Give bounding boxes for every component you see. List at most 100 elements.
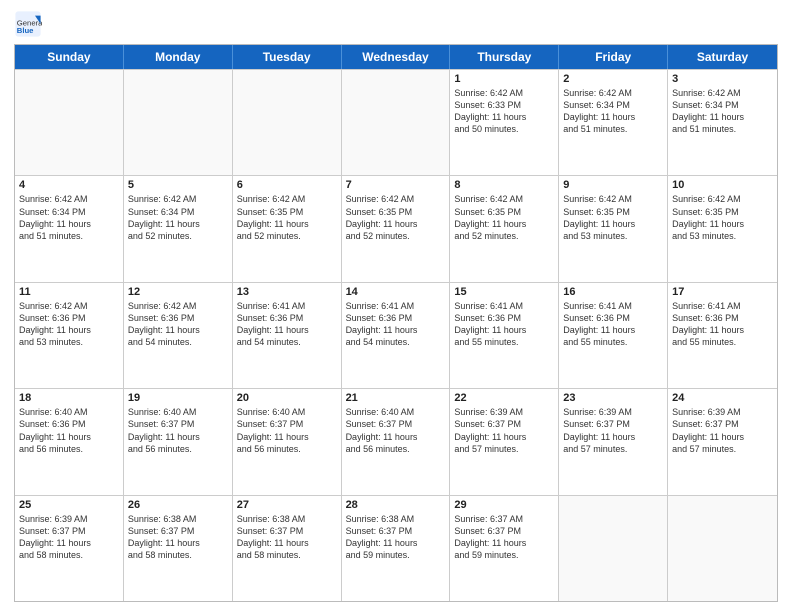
page-header: General Blue xyxy=(14,10,778,38)
calendar-row: 18 Sunrise: 6:40 AM Sunset: 6:36 PM Dayli… xyxy=(15,388,777,494)
calendar-cell xyxy=(124,70,233,175)
cell-info: Sunrise: 6:41 AM Sunset: 6:36 PM Dayligh… xyxy=(454,300,554,349)
cell-info: Sunrise: 6:39 AM Sunset: 6:37 PM Dayligh… xyxy=(19,513,119,562)
cell-info: Sunrise: 6:42 AM Sunset: 6:35 PM Dayligh… xyxy=(237,193,337,242)
day-number: 28 xyxy=(346,499,446,511)
calendar-cell: 20Sunrise: 6:40 AM Sunset: 6:37 PM Dayli… xyxy=(233,389,342,494)
calendar-cell: 2 Sunrise: 6:42 AM Sunset: 6:34 PM Daylig… xyxy=(559,70,668,175)
calendar-cell: 7Sunrise: 6:42 AM Sunset: 6:35 PM Daylig… xyxy=(342,176,451,281)
logo: General Blue xyxy=(14,10,46,38)
day-number: 29 xyxy=(454,499,554,511)
cell-info: Sunrise: 6:40 AM Sunset: 6:37 PM Dayligh… xyxy=(128,406,228,455)
svg-text:Blue: Blue xyxy=(17,26,34,35)
header-cell-saturday: Saturday xyxy=(668,45,777,69)
header-cell-thursday: Thursday xyxy=(450,45,559,69)
calendar-cell: 15 Sunrise: 6:41 AM Sunset: 6:36 PM Dayli… xyxy=(450,283,559,388)
day-number: 25 xyxy=(19,499,119,511)
calendar-cell: 9 Sunrise: 6:42 AM Sunset: 6:35 PM Daylig… xyxy=(559,176,668,281)
day-number: 2 xyxy=(563,73,663,85)
calendar-cell: 25 Sunrise: 6:39 AM Sunset: 6:37 PM Dayli… xyxy=(15,496,124,601)
calendar-cell: 18 Sunrise: 6:40 AM Sunset: 6:36 PM Dayli… xyxy=(15,389,124,494)
cell-info: Sunrise: 6:42 AM Sunset: 6:35 PM Dayligh… xyxy=(563,193,663,242)
cell-info: Sunrise: 6:42 AM Sunset: 6:35 PM Dayligh… xyxy=(346,193,446,242)
calendar-cell: 5 Sunrise: 6:42 AM Sunset: 6:34 PM Daylig… xyxy=(124,176,233,281)
cell-info: Sunrise: 6:40 AM Sunset: 6:37 PM Dayligh… xyxy=(237,406,337,455)
calendar-cell xyxy=(342,70,451,175)
calendar-row: 25 Sunrise: 6:39 AM Sunset: 6:37 PM Dayli… xyxy=(15,495,777,601)
header-cell-monday: Monday xyxy=(124,45,233,69)
calendar-cell: 16 Sunrise: 6:41 AM Sunset: 6:36 PM Dayli… xyxy=(559,283,668,388)
calendar-cell: 28 Sunrise: 6:38 AM Sunset: 6:37 PM Dayli… xyxy=(342,496,451,601)
cell-info: Sunrise: 6:42 AM Sunset: 6:34 PM Dayligh… xyxy=(19,193,119,242)
calendar-cell: 8 Sunrise: 6:42 AM Sunset: 6:35 PM Daylig… xyxy=(450,176,559,281)
cell-info: Sunrise: 6:41 AM Sunset: 6:36 PM Dayligh… xyxy=(237,300,337,349)
header-cell-sunday: Sunday xyxy=(15,45,124,69)
calendar-cell: 3 Sunrise: 6:42 AM Sunset: 6:34 PM Daylig… xyxy=(668,70,777,175)
cell-info: Sunrise: 6:40 AM Sunset: 6:36 PM Dayligh… xyxy=(19,406,119,455)
cell-info: Sunrise: 6:42 AM Sunset: 6:35 PM Dayligh… xyxy=(454,193,554,242)
day-number: 15 xyxy=(454,286,554,298)
day-number: 1 xyxy=(454,73,554,85)
header-cell-wednesday: Wednesday xyxy=(342,45,451,69)
calendar-cell xyxy=(15,70,124,175)
header-cell-friday: Friday xyxy=(559,45,668,69)
calendar-cell: 13 Sunrise: 6:41 AM Sunset: 6:36 PM Dayli… xyxy=(233,283,342,388)
calendar: SundayMondayTuesdayWednesdayThursdayFrid… xyxy=(14,44,778,602)
day-number: 19 xyxy=(128,392,228,404)
day-number: 26 xyxy=(128,499,228,511)
cell-info: Sunrise: 6:42 AM Sunset: 6:34 PM Dayligh… xyxy=(563,87,663,136)
calendar-cell: 27Sunrise: 6:38 AM Sunset: 6:37 PM Dayli… xyxy=(233,496,342,601)
day-number: 16 xyxy=(563,286,663,298)
calendar-cell: 10 Sunrise: 6:42 AM Sunset: 6:35 PM Dayli… xyxy=(668,176,777,281)
day-number: 8 xyxy=(454,179,554,191)
day-number: 21 xyxy=(346,392,446,404)
cell-info: Sunrise: 6:42 AM Sunset: 6:34 PM Dayligh… xyxy=(128,193,228,242)
day-number: 9 xyxy=(563,179,663,191)
cell-info: Sunrise: 6:41 AM Sunset: 6:36 PM Dayligh… xyxy=(563,300,663,349)
day-number: 24 xyxy=(672,392,773,404)
cell-info: Sunrise: 6:41 AM Sunset: 6:36 PM Dayligh… xyxy=(672,300,773,349)
cell-info: Sunrise: 6:42 AM Sunset: 6:33 PM Dayligh… xyxy=(454,87,554,136)
cell-info: Sunrise: 6:42 AM Sunset: 6:35 PM Dayligh… xyxy=(672,193,773,242)
calendar-cell xyxy=(233,70,342,175)
day-number: 11 xyxy=(19,286,119,298)
day-number: 18 xyxy=(19,392,119,404)
header-cell-tuesday: Tuesday xyxy=(233,45,342,69)
calendar-cell: 19 Sunrise: 6:40 AM Sunset: 6:37 PM Dayli… xyxy=(124,389,233,494)
day-number: 27 xyxy=(237,499,337,511)
day-number: 13 xyxy=(237,286,337,298)
calendar-cell xyxy=(559,496,668,601)
day-number: 3 xyxy=(672,73,773,85)
calendar-cell: 1 Sunrise: 6:42 AM Sunset: 6:33 PM Daylig… xyxy=(450,70,559,175)
cell-info: Sunrise: 6:38 AM Sunset: 6:37 PM Dayligh… xyxy=(128,513,228,562)
day-number: 17 xyxy=(672,286,773,298)
day-number: 6 xyxy=(237,179,337,191)
cell-info: Sunrise: 6:42 AM Sunset: 6:34 PM Dayligh… xyxy=(672,87,773,136)
calendar-cell: 22Sunrise: 6:39 AM Sunset: 6:37 PM Dayli… xyxy=(450,389,559,494)
calendar-cell: 4 Sunrise: 6:42 AM Sunset: 6:34 PM Daylig… xyxy=(15,176,124,281)
cell-info: Sunrise: 6:38 AM Sunset: 6:37 PM Dayligh… xyxy=(346,513,446,562)
cell-info: Sunrise: 6:41 AM Sunset: 6:36 PM Dayligh… xyxy=(346,300,446,349)
calendar-cell: 11 Sunrise: 6:42 AM Sunset: 6:36 PM Dayli… xyxy=(15,283,124,388)
day-number: 23 xyxy=(563,392,663,404)
calendar-header: SundayMondayTuesdayWednesdayThursdayFrid… xyxy=(15,45,777,69)
logo-icon: General Blue xyxy=(14,10,42,38)
cell-info: Sunrise: 6:39 AM Sunset: 6:37 PM Dayligh… xyxy=(454,406,554,455)
day-number: 4 xyxy=(19,179,119,191)
calendar-row: 11 Sunrise: 6:42 AM Sunset: 6:36 PM Dayli… xyxy=(15,282,777,388)
cell-info: Sunrise: 6:40 AM Sunset: 6:37 PM Dayligh… xyxy=(346,406,446,455)
calendar-cell: 26 Sunrise: 6:38 AM Sunset: 6:37 PM Dayli… xyxy=(124,496,233,601)
calendar-cell xyxy=(668,496,777,601)
cell-info: Sunrise: 6:42 AM Sunset: 6:36 PM Dayligh… xyxy=(19,300,119,349)
calendar-cell: 29 Sunrise: 6:37 AM Sunset: 6:37 PM Dayli… xyxy=(450,496,559,601)
cell-info: Sunrise: 6:39 AM Sunset: 6:37 PM Dayligh… xyxy=(672,406,773,455)
cell-info: Sunrise: 6:37 AM Sunset: 6:37 PM Dayligh… xyxy=(454,513,554,562)
calendar-body: 1 Sunrise: 6:42 AM Sunset: 6:33 PM Daylig… xyxy=(15,69,777,601)
calendar-cell: 24 Sunrise: 6:39 AM Sunset: 6:37 PM Dayli… xyxy=(668,389,777,494)
cell-info: Sunrise: 6:42 AM Sunset: 6:36 PM Dayligh… xyxy=(128,300,228,349)
calendar-cell: 21 Sunrise: 6:40 AM Sunset: 6:37 PM Dayli… xyxy=(342,389,451,494)
calendar-row: 1 Sunrise: 6:42 AM Sunset: 6:33 PM Daylig… xyxy=(15,69,777,175)
day-number: 5 xyxy=(128,179,228,191)
cell-info: Sunrise: 6:39 AM Sunset: 6:37 PM Dayligh… xyxy=(563,406,663,455)
day-number: 10 xyxy=(672,179,773,191)
